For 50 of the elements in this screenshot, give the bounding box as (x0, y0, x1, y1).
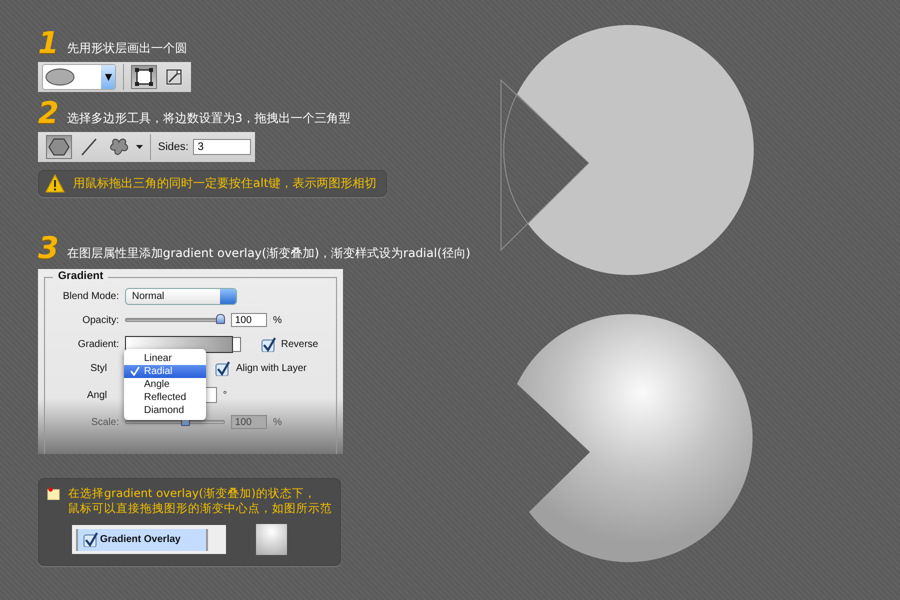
menu-item[interactable]: Diamond (124, 404, 206, 417)
field-label: Angl (86, 390, 108, 400)
gradient-thumbnail (256, 524, 287, 555)
step-text: 选择多边形工具，将边数设置为3，拖拽出一个三角型 (66, 110, 351, 127)
checkbox[interactable] (261, 336, 276, 352)
shape-layers-icon (133, 66, 155, 88)
warning-text: 用鼠标拖出三角的同时一定要按住alt键，表示两图形相切 (73, 175, 376, 192)
tool-button[interactable] (46, 135, 72, 159)
menu-item[interactable]: Reflected (124, 391, 206, 404)
menu-item[interactable]: Angle (124, 378, 206, 391)
layer-style-label: Gradient Overlay (100, 534, 181, 545)
sides-label: Sides: (158, 141, 189, 153)
ellipse-icon (43, 67, 77, 87)
step-number: 1 (38, 30, 59, 58)
tip-text: 在选择gradient overlay(渐变叠加)的状态下， 鼠标可以直接拖拽图形的渐变中心点，如图所示范 (68, 486, 332, 516)
step-text: 先用形状层画出一个圆 (66, 40, 187, 57)
panel-title: Gradient (53, 270, 108, 282)
checkbox-label: Reverse (281, 338, 318, 350)
checkmark-icon (130, 366, 140, 376)
step-number: 3 (38, 235, 59, 263)
checkbox-label: Align with Layer (236, 362, 307, 374)
step-number: 2 (38, 100, 59, 128)
unit-label: ° (223, 390, 227, 400)
caret-icon (104, 74, 112, 80)
unit-label: % (273, 416, 282, 428)
shape-picker[interactable] (42, 64, 116, 90)
blend-mode-select[interactable]: Normal (125, 288, 237, 304)
layer-style-row[interactable]: Gradient Overlay (72, 525, 226, 554)
step-text: 在图层属性里添加gradient overlay(渐变叠加)，渐变样式设为radial(径向) (66, 245, 470, 262)
field-label: Opacity: (81, 314, 119, 326)
opacity-field[interactable]: 100 (231, 313, 267, 327)
caret-icon (136, 145, 143, 149)
menu-item[interactable]: Linear (124, 352, 206, 365)
warning-icon (45, 174, 65, 193)
blob-shape-icon (108, 136, 130, 158)
scale-field[interactable]: 100 (231, 415, 267, 429)
checkbox[interactable] (83, 532, 98, 547)
sides-field[interactable]: 3 (192, 139, 251, 155)
field-label: Gradient: (76, 338, 119, 350)
field-label: Styl (89, 362, 108, 374)
field-label: Scale: (90, 416, 119, 428)
polygon-icon (48, 136, 70, 158)
gradient-dropdown[interactable] (233, 336, 241, 352)
field-label: Blend Mode: (62, 290, 119, 302)
tool-button[interactable] (131, 65, 157, 89)
menu-item[interactable]: Radial (124, 365, 206, 378)
unit-label: % (273, 314, 282, 326)
checkbox[interactable] (215, 360, 230, 376)
opacity-slider[interactable] (125, 314, 225, 326)
slider-thumb[interactable] (216, 314, 225, 324)
